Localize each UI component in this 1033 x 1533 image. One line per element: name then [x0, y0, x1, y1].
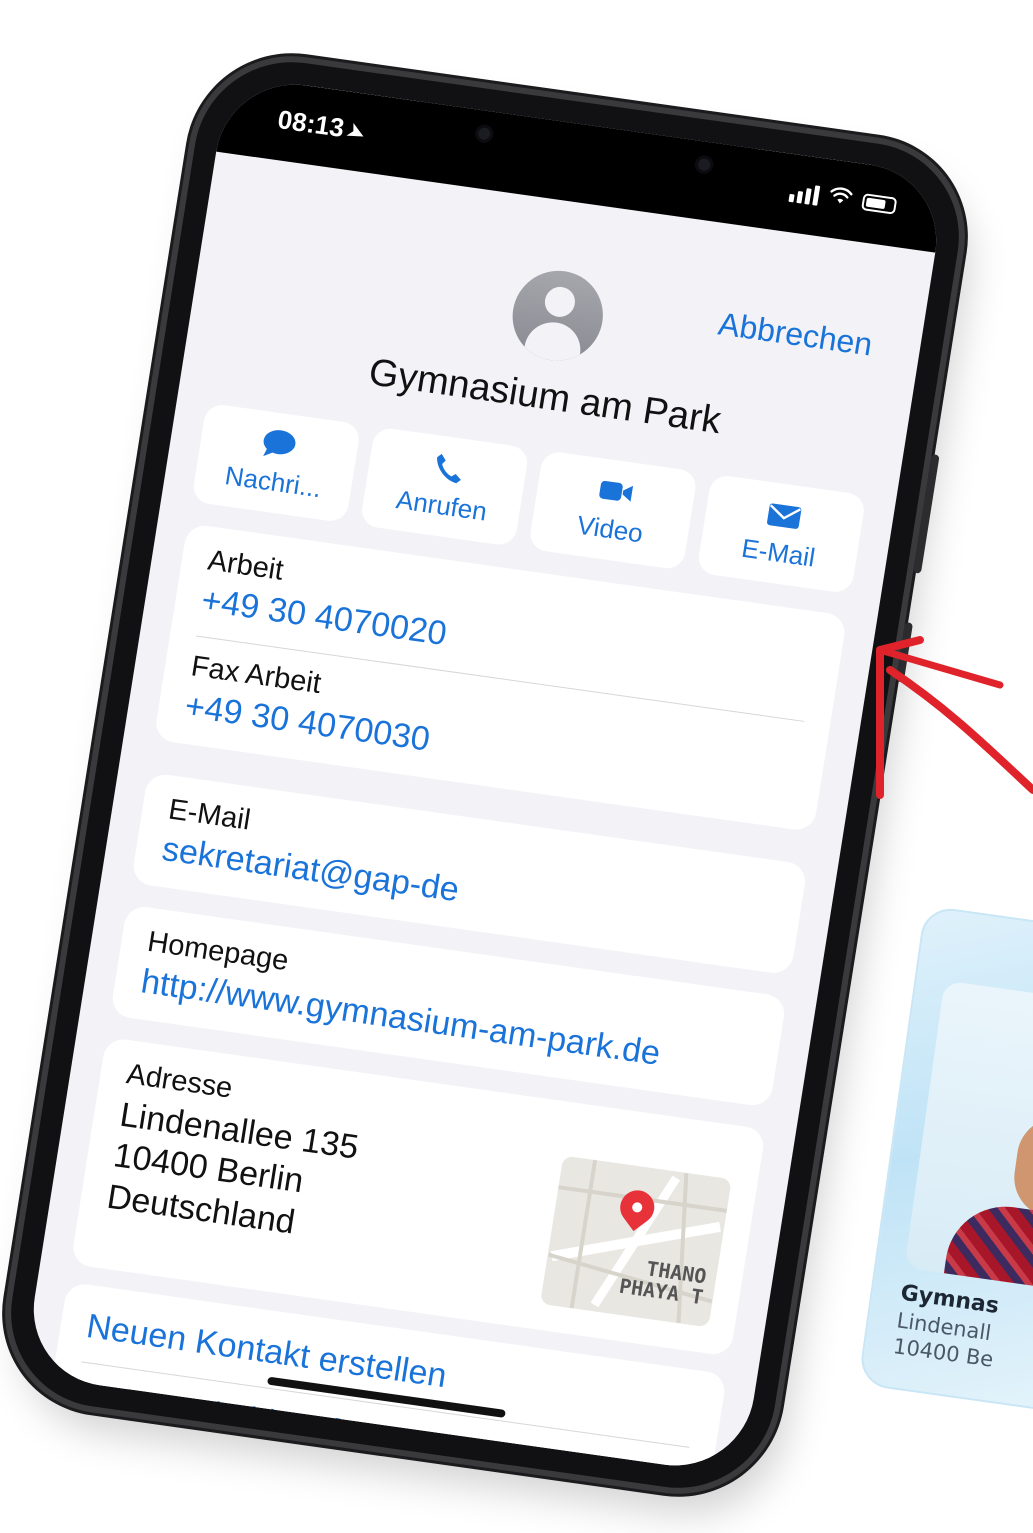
call-button-label: Anrufen: [394, 483, 490, 527]
video-button-label: Video: [575, 509, 646, 548]
video-button[interactable]: Video: [527, 450, 699, 571]
sensor-icon: [693, 154, 715, 175]
battery-icon: [861, 193, 898, 215]
message-bubble-icon: [263, 429, 296, 456]
call-button[interactable]: Anrufen: [359, 426, 530, 547]
preview-text: Gymnas Lindenall 10400 Be: [892, 1280, 1003, 1373]
signal-icon: [788, 181, 821, 206]
email-button-label: E-Mail: [739, 532, 818, 573]
status-time: 08:13➤: [275, 104, 369, 147]
wifi-icon: [827, 185, 854, 211]
phone-device: 08:13➤ Abbrechen Gymnasium am Park Nachr…: [0, 49, 973, 1501]
contact-sheet: Abbrechen Gymnasium am Park Nachri... An…: [23, 152, 936, 1476]
contact-card-preview: Gymnas Lindenall 10400 Be: [857, 905, 1033, 1422]
message-button[interactable]: Nachri...: [191, 402, 362, 524]
red-arrow-annotation: [876, 636, 1033, 799]
status-icons: [788, 180, 898, 218]
map-pin-icon: [613, 1183, 662, 1232]
status-time-text: 08:13: [275, 104, 347, 143]
phone-screen: 08:13➤ Abbrechen Gymnasium am Park Nachr…: [22, 74, 948, 1476]
camera-icon: [473, 123, 495, 144]
person-photo: [904, 980, 1033, 1299]
phone-icon: [437, 453, 461, 483]
map-label: THANO PHAYA T: [618, 1255, 709, 1309]
scene: 08:13➤ Abbrechen Gymnasium am Park Nachr…: [0, 0, 1033, 1533]
envelope-icon: [767, 502, 802, 529]
map-thumbnail[interactable]: THANO PHAYA T: [539, 1155, 732, 1328]
email-button[interactable]: E-Mail: [696, 473, 867, 595]
avatar: [506, 265, 610, 367]
location-arrow-icon: ➤: [342, 119, 369, 147]
message-button-label: Nachri...: [223, 459, 324, 503]
video-camera-icon: [599, 480, 634, 502]
cancel-button[interactable]: Abbrechen: [716, 305, 875, 363]
